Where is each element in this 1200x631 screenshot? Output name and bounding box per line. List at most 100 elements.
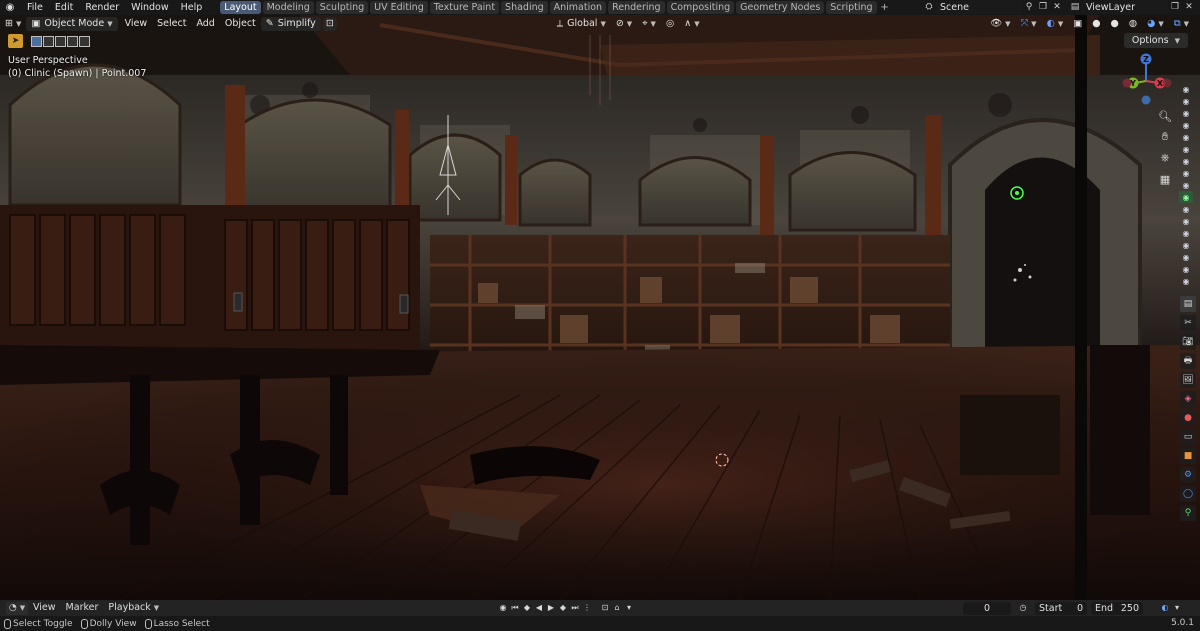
visibility-eye-icon[interactable]: ◉ xyxy=(1179,215,1193,227)
tab-texture-paint[interactable]: Texture Paint xyxy=(429,1,500,14)
menu-render[interactable]: Render xyxy=(79,0,125,15)
menu-help[interactable]: Help xyxy=(175,0,209,15)
perspective-toggle-icon[interactable]: ▦ xyxy=(1156,170,1174,188)
scene-properties-icon[interactable]: ◈ xyxy=(1180,391,1196,407)
mode-selector[interactable]: ▣ Object Mode ▼ xyxy=(26,16,118,31)
visibility-eye-icon[interactable]: ◉ xyxy=(1179,227,1193,239)
visibility-eye-icon-active[interactable]: ◉ xyxy=(1179,191,1193,203)
viewport-menu-select[interactable]: Select xyxy=(152,17,191,31)
visibility-eye-icon[interactable]: ◉ xyxy=(1179,179,1193,191)
tool-properties-icon[interactable]: ▤ xyxy=(1180,296,1196,312)
visibility-eye-icon[interactable]: ◉ xyxy=(1179,83,1193,95)
timeline-view-icon[interactable]: ◐ xyxy=(1159,601,1171,615)
scene-icon[interactable]: ⛭ xyxy=(922,1,936,14)
falloff-icon[interactable]: ∧ ▼ xyxy=(679,17,704,31)
tab-rendering[interactable]: Rendering xyxy=(608,1,665,14)
viewport-menu-object[interactable]: Object xyxy=(220,17,261,31)
current-frame-field[interactable]: 0 xyxy=(963,601,1011,615)
tab-layout[interactable]: Layout xyxy=(220,1,261,14)
shading-material-icon[interactable]: ◍ xyxy=(1124,17,1142,31)
zoom-icon[interactable]: 🔍︎ xyxy=(1156,107,1174,125)
timeline-editor-type-icon[interactable]: ◔ ▼ xyxy=(6,601,28,615)
jump-to-start-icon[interactable]: ⏮ xyxy=(509,601,521,615)
select-extend-icon[interactable] xyxy=(43,35,54,47)
pivot-point-icon[interactable]: ⊘ ▼ xyxy=(611,17,637,31)
gizmo-neg-y-handle[interactable] xyxy=(1162,78,1172,88)
shading-wireframe-icon[interactable]: ● xyxy=(1087,17,1105,31)
jump-to-end-icon[interactable]: ⏭ xyxy=(569,601,581,615)
tab-compositing[interactable]: Compositing xyxy=(666,1,735,14)
pan-hand-icon[interactable]: ✋︎ xyxy=(1156,128,1174,146)
overlays-icon[interactable]: ◐ ▼ xyxy=(1042,17,1069,31)
select-invert-icon[interactable] xyxy=(67,35,78,47)
gizmo-neg-x-handle[interactable] xyxy=(1122,78,1132,88)
visibility-eye-icon[interactable]: ◉ xyxy=(1179,95,1193,107)
tab-modeling[interactable]: Modeling xyxy=(262,1,314,14)
visibility-eye-icon[interactable]: ◉ xyxy=(1179,119,1193,131)
options-button[interactable]: Options ▼ xyxy=(1123,33,1188,48)
visibility-eye-icon[interactable]: ◉ xyxy=(1179,239,1193,251)
shading-rendered-icon[interactable]: ◕ ▼ xyxy=(1142,17,1169,31)
end-frame-field[interactable]: End 250 xyxy=(1091,601,1143,615)
select-tool-icon[interactable]: ➤ xyxy=(8,34,23,48)
tool-settings-icon[interactable]: ✂ xyxy=(1180,315,1196,331)
visibility-eye-icon[interactable]: ◉ xyxy=(1179,203,1193,215)
modifier-properties-icon[interactable]: ⚙ xyxy=(1180,467,1196,483)
render-properties-icon[interactable]: 📷︎ xyxy=(1180,334,1196,350)
tab-sculpting[interactable]: Sculpting xyxy=(315,1,369,14)
play-icon[interactable]: ▶ xyxy=(545,601,557,615)
visibility-eye-icon[interactable]: ◉ xyxy=(1179,275,1193,287)
select-subtract-icon[interactable] xyxy=(55,35,66,47)
collection-properties-icon[interactable]: ▭ xyxy=(1180,429,1196,445)
jump-next-keyframe-icon[interactable]: ◆ xyxy=(557,601,569,615)
gizmo-neg-z-handle[interactable] xyxy=(1141,95,1151,105)
world-properties-icon[interactable]: ● xyxy=(1180,410,1196,426)
shading-solid-icon[interactable]: ● xyxy=(1106,17,1124,31)
new-scene-icon[interactable]: ❐ xyxy=(1036,1,1050,14)
visibility-icon[interactable]: 👁 ▼ xyxy=(985,17,1015,31)
visibility-eye-icon[interactable]: ◉ xyxy=(1179,143,1193,155)
record-icon[interactable]: ◉ xyxy=(497,601,509,615)
pin-icon[interactable]: ⚲ xyxy=(1022,1,1036,14)
tab-geometry-nodes[interactable]: Geometry Nodes xyxy=(736,1,825,14)
editor-type-button[interactable]: ⊞ ▼ xyxy=(0,17,26,31)
sidebar-toggle-icon[interactable]: ⧉ ▼ xyxy=(1169,17,1194,31)
xray-icon[interactable]: ▣ xyxy=(1068,17,1087,31)
tab-scripting[interactable]: Scripting xyxy=(826,1,877,14)
visibility-eye-icon[interactable]: ◉ xyxy=(1179,131,1193,143)
keying-set-icon[interactable]: ⌂ xyxy=(611,601,623,615)
keying-dropdown-icon[interactable]: ▾ xyxy=(623,601,635,615)
view-layer-properties-icon[interactable]: 🖼︎ xyxy=(1180,372,1196,388)
timeline-menu-marker[interactable]: Marker xyxy=(61,601,104,615)
3d-viewport[interactable]: ⊞ ▼ ▣ Object Mode ▼ View Select Add Objec… xyxy=(0,15,1200,600)
menu-file[interactable]: File xyxy=(21,0,49,15)
start-frame-field[interactable]: Start 0 xyxy=(1035,601,1087,615)
viewport-menu-add[interactable]: Add xyxy=(191,17,219,31)
select-new-icon[interactable] xyxy=(31,35,42,47)
camera-view-icon[interactable]: ⎈ xyxy=(1156,149,1174,167)
constraints-properties-icon[interactable]: ⚲ xyxy=(1180,505,1196,521)
gizmo-toggle-icon[interactable]: ⤧ ▼ xyxy=(1016,17,1042,31)
visibility-eye-icon[interactable]: ◉ xyxy=(1179,155,1193,167)
keying-icon[interactable]: ⋮ xyxy=(581,601,593,615)
tab-animation[interactable]: Animation xyxy=(549,1,607,14)
new-view-layer-icon[interactable]: ❐ xyxy=(1168,1,1182,14)
add-workspace-button[interactable]: + xyxy=(879,1,891,14)
delete-scene-icon[interactable]: ✕ xyxy=(1050,1,1064,14)
tab-shading[interactable]: Shading xyxy=(501,1,548,14)
view-layer-name-field[interactable]: ViewLayer xyxy=(1082,1,1168,14)
clock-icon[interactable]: ◷ xyxy=(1017,601,1029,615)
timeline-menu-playback[interactable]: Playback ▼ xyxy=(103,601,164,615)
simplify-extra-button[interactable]: ⊡ xyxy=(322,16,337,31)
view-layer-icon[interactable]: ▤ xyxy=(1068,1,1082,14)
visibility-eye-icon[interactable]: ◉ xyxy=(1179,251,1193,263)
object-properties-icon[interactable]: ■ xyxy=(1180,448,1196,464)
transform-orientation-selector[interactable]: ⟂ Global ▼ xyxy=(552,17,611,31)
menu-window[interactable]: Window xyxy=(125,0,174,15)
timeline-menu-view[interactable]: View xyxy=(28,601,61,615)
output-properties-icon[interactable]: 🖶︎ xyxy=(1180,353,1196,369)
play-reverse-icon[interactable]: ◀ xyxy=(533,601,545,615)
simplify-button[interactable]: ✎ Simplify xyxy=(260,16,321,31)
visibility-eye-icon[interactable]: ◉ xyxy=(1179,167,1193,179)
menu-edit[interactable]: Edit xyxy=(49,0,79,15)
